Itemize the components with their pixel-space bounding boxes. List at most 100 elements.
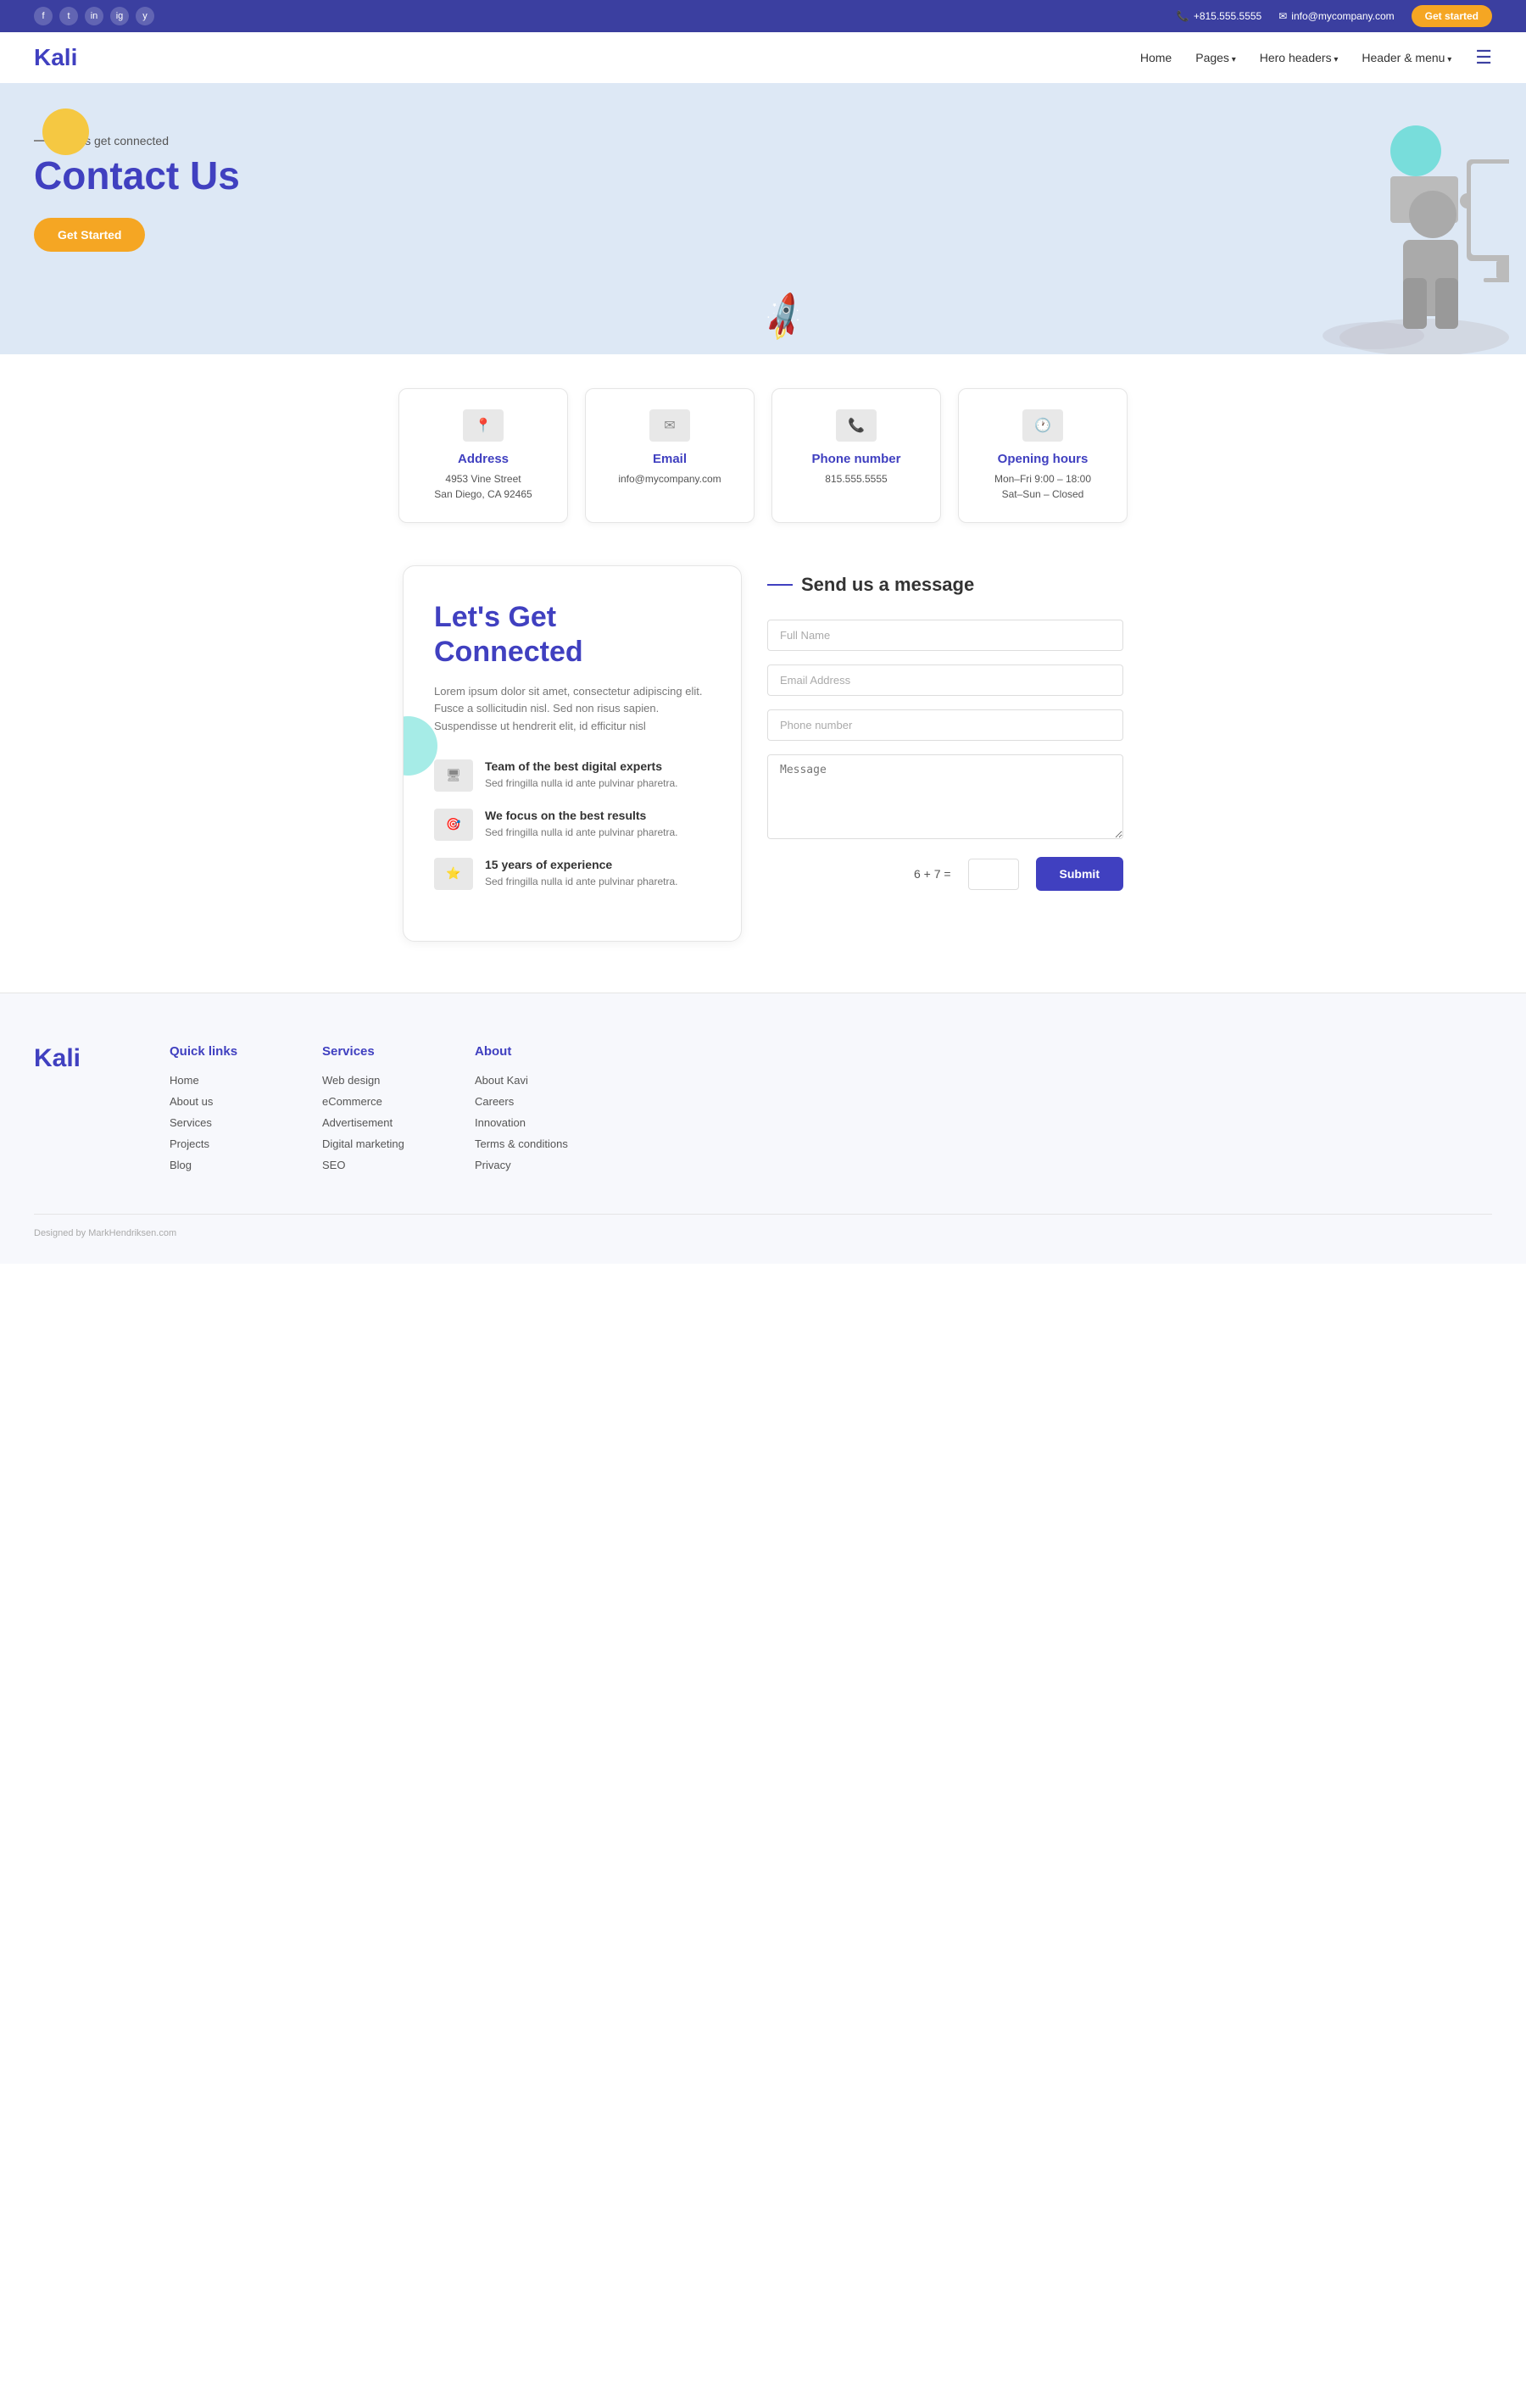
navbar: Kali Home Pages Hero headers Header & me… xyxy=(0,32,1526,83)
address-card-title: Address xyxy=(416,452,550,466)
email-group xyxy=(767,665,1123,696)
youtube-icon[interactable]: y xyxy=(136,7,154,25)
address-line1: 4953 Vine Street xyxy=(416,471,550,487)
phone-group xyxy=(767,709,1123,741)
hero-svg-figure xyxy=(1153,108,1509,354)
feature-item-0: 🖥 Team of the best digital experts Sed f… xyxy=(434,759,710,792)
footer: Kali Quick links Home About us Services … xyxy=(0,993,1526,1264)
rocket-decoration: 🚀 xyxy=(756,290,813,346)
footer-about-innovation[interactable]: Innovation xyxy=(475,1116,593,1129)
footer-about-title: About xyxy=(475,1044,593,1059)
footer-link-about[interactable]: About us xyxy=(170,1095,288,1108)
address-icon: 📍 xyxy=(463,409,504,442)
footer-quick-links-title: Quick links xyxy=(170,1044,288,1059)
message-textarea[interactable] xyxy=(767,754,1123,839)
nav-home[interactable]: Home xyxy=(1140,51,1172,64)
footer-logo: Kali xyxy=(34,1044,136,1073)
contact-form-panel: Send us a message 6 + 7 = Submit xyxy=(767,565,1123,891)
phone-input[interactable] xyxy=(767,709,1123,741)
hero-title: Contact Us xyxy=(34,154,390,197)
address-card: 📍 Address 4953 Vine Street San Diego, CA… xyxy=(398,388,568,523)
footer-service-ecommerce[interactable]: eCommerce xyxy=(322,1095,441,1108)
facebook-icon[interactable]: f xyxy=(34,7,53,25)
feature-icon-0: 🖥 xyxy=(434,759,473,792)
hero-section: Let's get connected Contact Us Get Start… xyxy=(0,83,1526,354)
footer-about-terms[interactable]: Terms & conditions xyxy=(475,1137,593,1150)
feature-desc-0: Sed fringilla nulla id ante pulvinar pha… xyxy=(485,776,677,791)
footer-credit: Designed by MarkHendriksen.com xyxy=(34,1214,1492,1238)
captcha-input[interactable] xyxy=(968,859,1019,890)
form-header: Send us a message xyxy=(767,574,1123,596)
footer-about-kavi[interactable]: About Kavi xyxy=(475,1074,593,1087)
footer-link-blog[interactable]: Blog xyxy=(170,1159,288,1171)
email-input[interactable] xyxy=(767,665,1123,696)
email-card-icon: ✉ xyxy=(649,409,690,442)
footer-services: Services Web design eCommerce Advertisem… xyxy=(322,1044,441,1180)
footer-service-advertisement[interactable]: Advertisement xyxy=(322,1116,441,1129)
footer-service-seo[interactable]: SEO xyxy=(322,1159,441,1171)
contact-cards-section: 📍 Address 4953 Vine Street San Diego, CA… xyxy=(0,354,1526,540)
footer-quick-links: Quick links Home About us Services Proje… xyxy=(170,1044,288,1180)
twitter-icon[interactable]: t xyxy=(59,7,78,25)
footer-logo-col: Kali xyxy=(34,1044,136,1180)
nav-header-menu[interactable]: Header & menu xyxy=(1362,51,1451,64)
nav-hero-headers[interactable]: Hero headers xyxy=(1260,51,1339,64)
footer-link-home[interactable]: Home xyxy=(170,1074,288,1087)
phone-card-title: Phone number xyxy=(789,452,923,466)
feature-icon-1: 🎯 xyxy=(434,809,473,841)
form-footer: 6 + 7 = Submit xyxy=(767,857,1123,891)
top-bar-right: 📞 +815.555.5555 ✉ info@mycompany.com Get… xyxy=(1177,5,1492,27)
top-get-started-button[interactable]: Get started xyxy=(1412,5,1492,27)
hero-small-circle xyxy=(1460,193,1475,209)
hours-line1: Mon–Fri 9:00 – 18:00 xyxy=(976,471,1110,487)
footer-services-title: Services xyxy=(322,1044,441,1059)
social-icons: f t in ig y xyxy=(34,7,154,25)
email-card-title: Email xyxy=(603,452,737,466)
connect-desc: Lorem ipsum dolor sit amet, consectetur … xyxy=(434,683,710,736)
connect-left-panel: Let's Get Connected Lorem ipsum dolor si… xyxy=(403,565,742,942)
instagram-icon[interactable]: in xyxy=(85,7,103,25)
footer-about-privacy[interactable]: Privacy xyxy=(475,1159,593,1171)
hero-get-started-button[interactable]: Get Started xyxy=(34,218,145,252)
phone-icon: 📞 xyxy=(1177,10,1189,22)
phone-card: 📞 Phone number 815.555.5555 xyxy=(771,388,941,523)
form-header-line xyxy=(767,584,793,586)
linkedin-icon[interactable]: ig xyxy=(110,7,129,25)
footer-about: About About Kavi Careers Innovation Term… xyxy=(475,1044,593,1180)
hours-icon: 🕐 xyxy=(1022,409,1063,442)
hours-line2: Sat–Sun – Closed xyxy=(976,487,1110,502)
hours-card-title: Opening hours xyxy=(976,452,1110,466)
footer-link-services[interactable]: Services xyxy=(170,1116,288,1129)
top-email: ✉ info@mycompany.com xyxy=(1278,10,1394,22)
hero-yellow-circle xyxy=(42,108,89,155)
feature-title-0: Team of the best digital experts xyxy=(485,759,677,773)
top-bar: f t in ig y 📞 +815.555.5555 ✉ info@mycom… xyxy=(0,0,1526,32)
nav-links: Home Pages Hero headers Header & menu ☰ xyxy=(1140,47,1492,69)
connect-title: Let's Get Connected xyxy=(434,600,710,670)
full-name-group xyxy=(767,620,1123,651)
nav-pages[interactable]: Pages xyxy=(1195,51,1236,64)
phone-card-icon: 📞 xyxy=(836,409,877,442)
address-line2: San Diego, CA 92465 xyxy=(416,487,550,502)
footer-grid: Kali Quick links Home About us Services … xyxy=(34,1044,1492,1180)
feature-icon-2: ⭐ xyxy=(434,858,473,890)
logo: Kali xyxy=(34,44,77,71)
footer-service-webdesign[interactable]: Web design xyxy=(322,1074,441,1087)
feature-title-2: 15 years of experience xyxy=(485,858,677,871)
feature-desc-1: Sed fringilla nulla id ante pulvinar pha… xyxy=(485,825,677,840)
message-group xyxy=(767,754,1123,843)
footer-about-careers[interactable]: Careers xyxy=(475,1095,593,1108)
phone-card-value: 815.555.5555 xyxy=(789,471,923,487)
captcha-text: 6 + 7 = xyxy=(914,867,951,881)
submit-button[interactable]: Submit xyxy=(1036,857,1123,891)
hamburger-icon[interactable]: ☰ xyxy=(1475,47,1492,69)
feature-text-1: We focus on the best results Sed fringil… xyxy=(485,809,677,840)
full-name-input[interactable] xyxy=(767,620,1123,651)
email-icon: ✉ xyxy=(1278,10,1287,22)
top-phone: 📞 +815.555.5555 xyxy=(1177,10,1261,22)
email-card-value: info@mycompany.com xyxy=(603,471,737,487)
feature-item-1: 🎯 We focus on the best results Sed fring… xyxy=(434,809,710,841)
hero-illustration: 🚀 xyxy=(746,83,1509,354)
footer-link-projects[interactable]: Projects xyxy=(170,1137,288,1150)
footer-service-digital[interactable]: Digital marketing xyxy=(322,1137,441,1150)
